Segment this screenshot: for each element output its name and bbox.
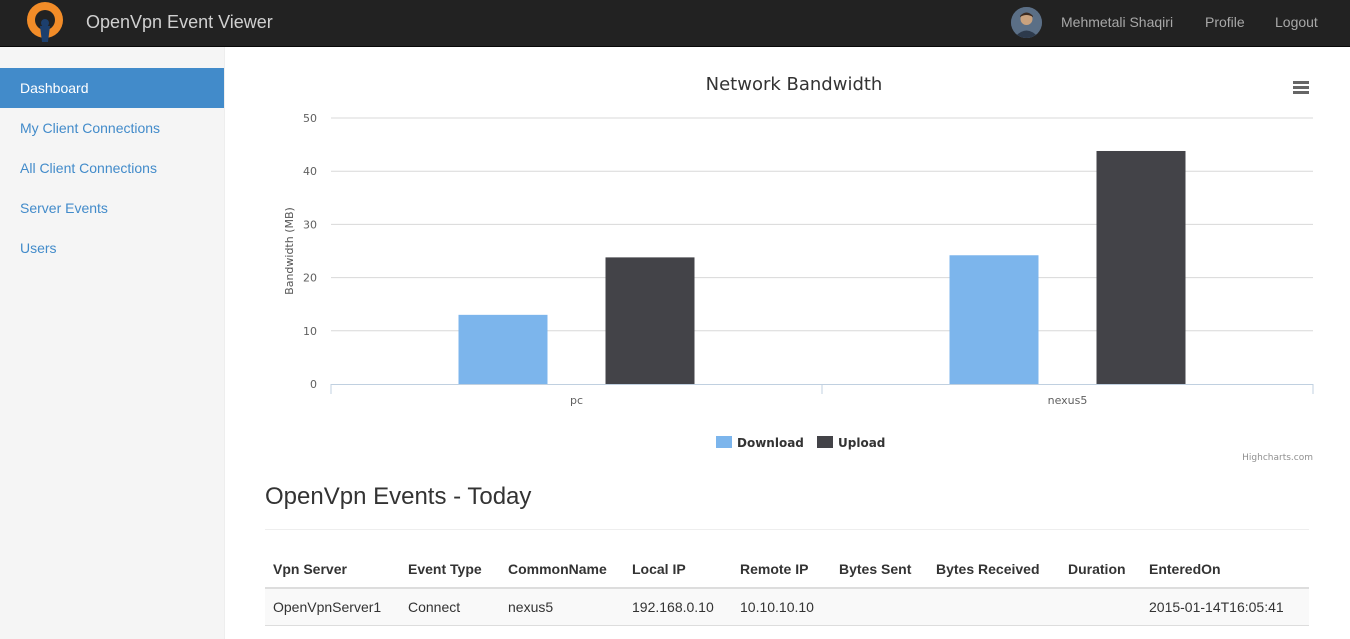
events-table: Vpn Server Event Type CommonName Local IP Re… <box>265 551 1309 626</box>
app-title[interactable]: OpenVpn Event Viewer <box>86 12 273 33</box>
column-header[interactable]: Vpn Server <box>265 551 400 589</box>
sidebar-item-server-events[interactable]: Server Events <box>0 188 224 228</box>
chart-credit[interactable]: Highcharts.com <box>1242 453 1313 463</box>
column-header[interactable]: CommonName <box>500 551 624 589</box>
top-navbar: OpenVpn Event Viewer Mehmetali Shaqiri P… <box>0 0 1350 47</box>
legend-item-download[interactable]: Download <box>716 436 804 450</box>
table-cell: 192.168.0.10 <box>624 588 732 626</box>
table-header-row: Vpn Server Event Type CommonName Local IP Re… <box>265 551 1309 589</box>
column-header[interactable]: Event Type <box>400 551 500 589</box>
column-header[interactable]: Local IP <box>624 551 732 589</box>
legend-swatch <box>716 436 732 448</box>
sidebar-item-users[interactable]: Users <box>0 228 224 268</box>
column-header[interactable]: Bytes Received <box>928 551 1060 589</box>
bandwidth-chart: Network Bandwidth Bandwidth (MB) 0 10 20 30… <box>265 62 1315 467</box>
legend-label: Upload <box>838 436 885 450</box>
table-cell <box>1060 588 1141 626</box>
chart-title: Network Bandwidth <box>706 74 883 95</box>
hamburger-menu-icon[interactable] <box>1293 81 1309 94</box>
table-cell: 10.10.10.10 <box>732 588 831 626</box>
legend-label: Download <box>737 436 804 450</box>
bandwidth-chart-svg: Network Bandwidth Bandwidth (MB) 0 10 20 30… <box>283 74 1314 463</box>
table-cell: 2015-01-14T16:05:41 <box>1141 588 1309 626</box>
bar-upload-nexus5[interactable] <box>1096 150 1186 384</box>
bar-download-pc[interactable] <box>458 314 548 384</box>
user-avatar[interactable] <box>1011 7 1042 38</box>
column-header[interactable]: Bytes Sent <box>831 551 928 589</box>
section-divider <box>265 529 1309 530</box>
table-row[interactable]: OpenVpnServer1 Connect nexus5 192.168.0.10 1… <box>265 588 1309 626</box>
table-cell: OpenVpnServer1 <box>265 588 400 626</box>
sidebar: Dashboard My Client Connections All Clie… <box>0 47 225 639</box>
bar-download-nexus5[interactable] <box>949 255 1039 384</box>
table-cell: Connect <box>400 588 500 626</box>
profile-link[interactable]: Profile <box>1205 14 1245 30</box>
column-header[interactable]: Duration <box>1060 551 1141 589</box>
legend-item-upload[interactable]: Upload <box>817 436 885 450</box>
sidebar-item-dashboard[interactable]: Dashboard <box>0 68 224 108</box>
y-tick-label: 0 <box>310 378 317 391</box>
table-cell <box>928 588 1060 626</box>
table-cell: nexus5 <box>500 588 624 626</box>
sidebar-item-all-client-connections[interactable]: All Client Connections <box>0 148 224 188</box>
x-tick-label: pc <box>570 394 583 407</box>
y-tick-label: 50 <box>303 112 317 125</box>
legend-swatch <box>817 436 833 448</box>
column-header[interactable]: Remote IP <box>732 551 831 589</box>
table-cell <box>831 588 928 626</box>
x-tick-label: nexus5 <box>1048 394 1088 407</box>
y-tick-label: 30 <box>303 218 317 231</box>
y-tick-label: 10 <box>303 325 317 338</box>
events-title: OpenVpn Events - Today <box>265 483 532 510</box>
column-header[interactable]: EnteredOn <box>1141 551 1309 589</box>
openvpn-logo-icon[interactable] <box>24 2 66 44</box>
y-tick-label: 40 <box>303 165 317 178</box>
logout-link[interactable]: Logout <box>1275 14 1318 30</box>
sidebar-item-my-client-connections[interactable]: My Client Connections <box>0 108 224 148</box>
y-axis-label: Bandwidth (MB) <box>283 207 296 295</box>
bar-upload-pc[interactable] <box>605 257 695 384</box>
user-name-link[interactable]: Mehmetali Shaqiri <box>1061 14 1173 30</box>
y-tick-label: 20 <box>303 272 317 285</box>
